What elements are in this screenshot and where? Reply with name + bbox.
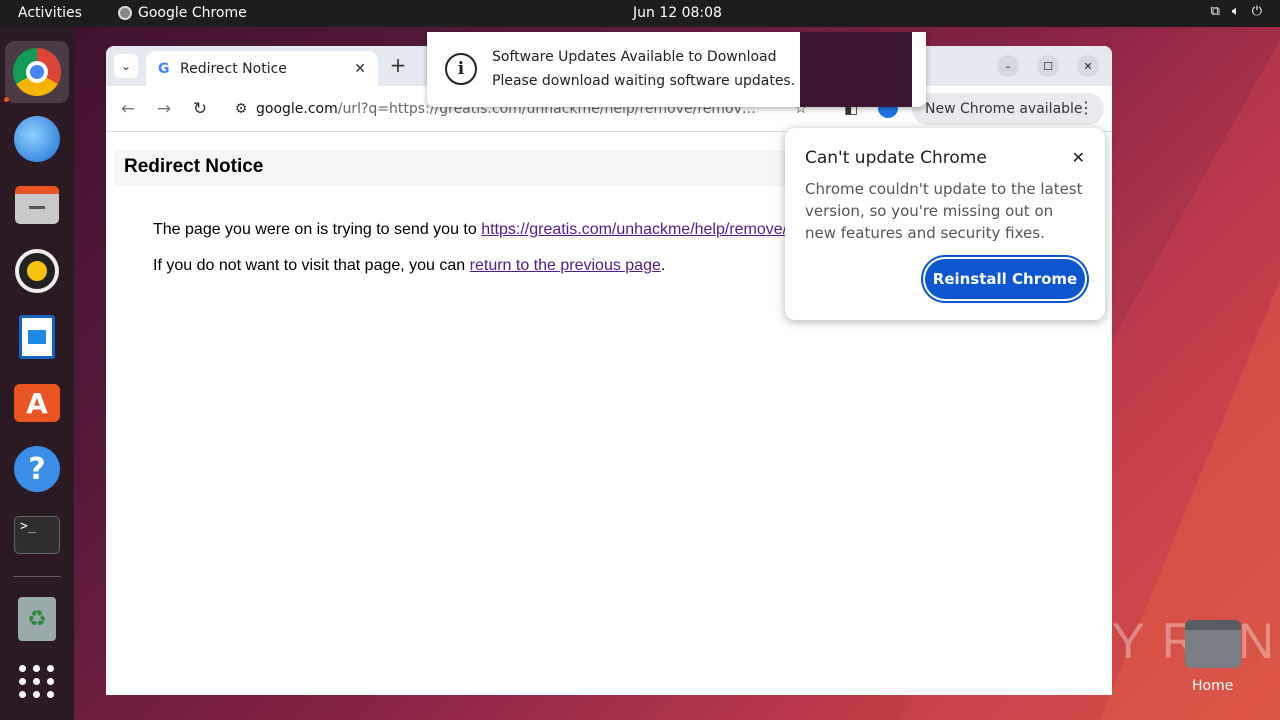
reinstall-chrome-button[interactable]: Reinstall Chrome	[925, 259, 1085, 299]
tab-title: Redirect Notice	[180, 60, 287, 77]
reload-button[interactable]: ↻	[189, 98, 211, 120]
arrow-left-icon: ←	[120, 99, 136, 119]
dialog-title: Can't update Chrome	[805, 148, 987, 168]
rhythmbox-icon	[19, 253, 55, 289]
dock-rhythmbox[interactable]	[13, 247, 61, 295]
redirect-target-link[interactable]: https://greatis.com/unhackme/help/remove…	[481, 221, 787, 238]
return-previous-link[interactable]: return to the previous page	[470, 257, 661, 274]
close-tab-icon[interactable]: ✕	[354, 61, 366, 77]
top-bar: Activities Google Chrome Jun 12 08:08 ⧉ …	[0, 0, 1280, 27]
redirect-line: The page you were on is trying to send y…	[153, 221, 787, 239]
home-folder-label: Home	[1192, 678, 1234, 694]
notification-shadow	[800, 32, 912, 107]
network-icon: ⧉	[1210, 4, 1220, 19]
site-settings-icon[interactable]: ⚙	[226, 101, 256, 117]
files-icon	[15, 186, 59, 224]
app-center-icon: A	[14, 384, 60, 422]
close-dialog-icon[interactable]: ✕	[1072, 148, 1085, 167]
notification-title: Software Updates Available to Download	[492, 49, 777, 65]
tab-search-button[interactable]: ⌄	[114, 54, 138, 78]
dock-show-apps[interactable]	[13, 657, 61, 705]
dock-chrome[interactable]	[5, 41, 69, 103]
minimize-icon: –	[1005, 59, 1011, 73]
clock[interactable]: Jun 12 08:08	[0, 5, 1280, 21]
writer-icon	[19, 315, 55, 359]
dock-files[interactable]	[13, 181, 61, 229]
back-button[interactable]: ←	[117, 98, 139, 120]
software-update-notification[interactable]: i Software Updates Available to Download…	[427, 32, 926, 107]
new-chrome-available-button[interactable]: New Chrome available ⋮	[912, 93, 1104, 125]
dock-trash[interactable]: ♻	[13, 595, 61, 643]
dock-help[interactable]: ?	[13, 445, 61, 493]
trash-icon: ♻	[18, 597, 56, 641]
system-tray[interactable]: ⧉ 🔈︎ ⏻	[1211, 4, 1262, 19]
app-grid-icon	[19, 664, 55, 698]
cant-update-dialog: Can't update Chrome ✕ Chrome couldn't up…	[785, 128, 1105, 320]
arrow-right-icon: →	[156, 99, 172, 119]
forward-button[interactable]: →	[153, 98, 175, 120]
google-favicon-icon: G	[158, 60, 170, 77]
dock-thunderbird[interactable]	[13, 115, 61, 163]
maximize-button[interactable]: ☐	[1037, 55, 1059, 77]
power-icon: ⏻	[1251, 4, 1262, 19]
volume-icon: 🔈︎	[1231, 4, 1240, 19]
return-end: .	[660, 257, 666, 274]
notification-body: Please download waiting software updates…	[492, 73, 796, 89]
running-indicator	[4, 97, 9, 102]
dock-separator	[13, 576, 61, 577]
tab-redirect-notice[interactable]: G Redirect Notice ✕	[146, 51, 378, 86]
help-icon: ?	[14, 446, 60, 492]
home-folder-icon[interactable]	[1185, 620, 1241, 668]
url-host: google.com	[256, 101, 338, 117]
close-icon: ✕	[1083, 59, 1093, 73]
thunderbird-icon	[14, 116, 60, 162]
more-vertical-icon: ⋮	[1078, 98, 1094, 117]
dock: A ? >_ ♻	[0, 27, 74, 720]
dock-writer[interactable]	[13, 313, 61, 361]
maximize-icon: ☐	[1043, 59, 1053, 73]
plus-icon: +	[389, 53, 407, 77]
update-chip-label: New Chrome available	[925, 101, 1083, 117]
return-text: If you do not want to visit that page, y…	[153, 257, 470, 274]
info-icon: i	[445, 53, 477, 85]
return-line: If you do not want to visit that page, y…	[153, 257, 665, 275]
dock-terminal[interactable]: >_	[13, 511, 61, 559]
chevron-down-icon: ⌄	[120, 59, 132, 73]
minimize-button[interactable]: –	[997, 55, 1019, 77]
reload-icon: ↻	[192, 99, 208, 119]
dock-app-center[interactable]: A	[13, 379, 61, 427]
chrome-icon	[13, 48, 61, 96]
terminal-icon: >_	[14, 516, 60, 554]
dialog-body: Chrome couldn't update to the latest ver…	[805, 180, 1083, 242]
close-window-button[interactable]: ✕	[1077, 55, 1099, 77]
redirect-text: The page you were on is trying to send y…	[153, 221, 482, 238]
new-tab-button[interactable]: +	[386, 53, 410, 77]
